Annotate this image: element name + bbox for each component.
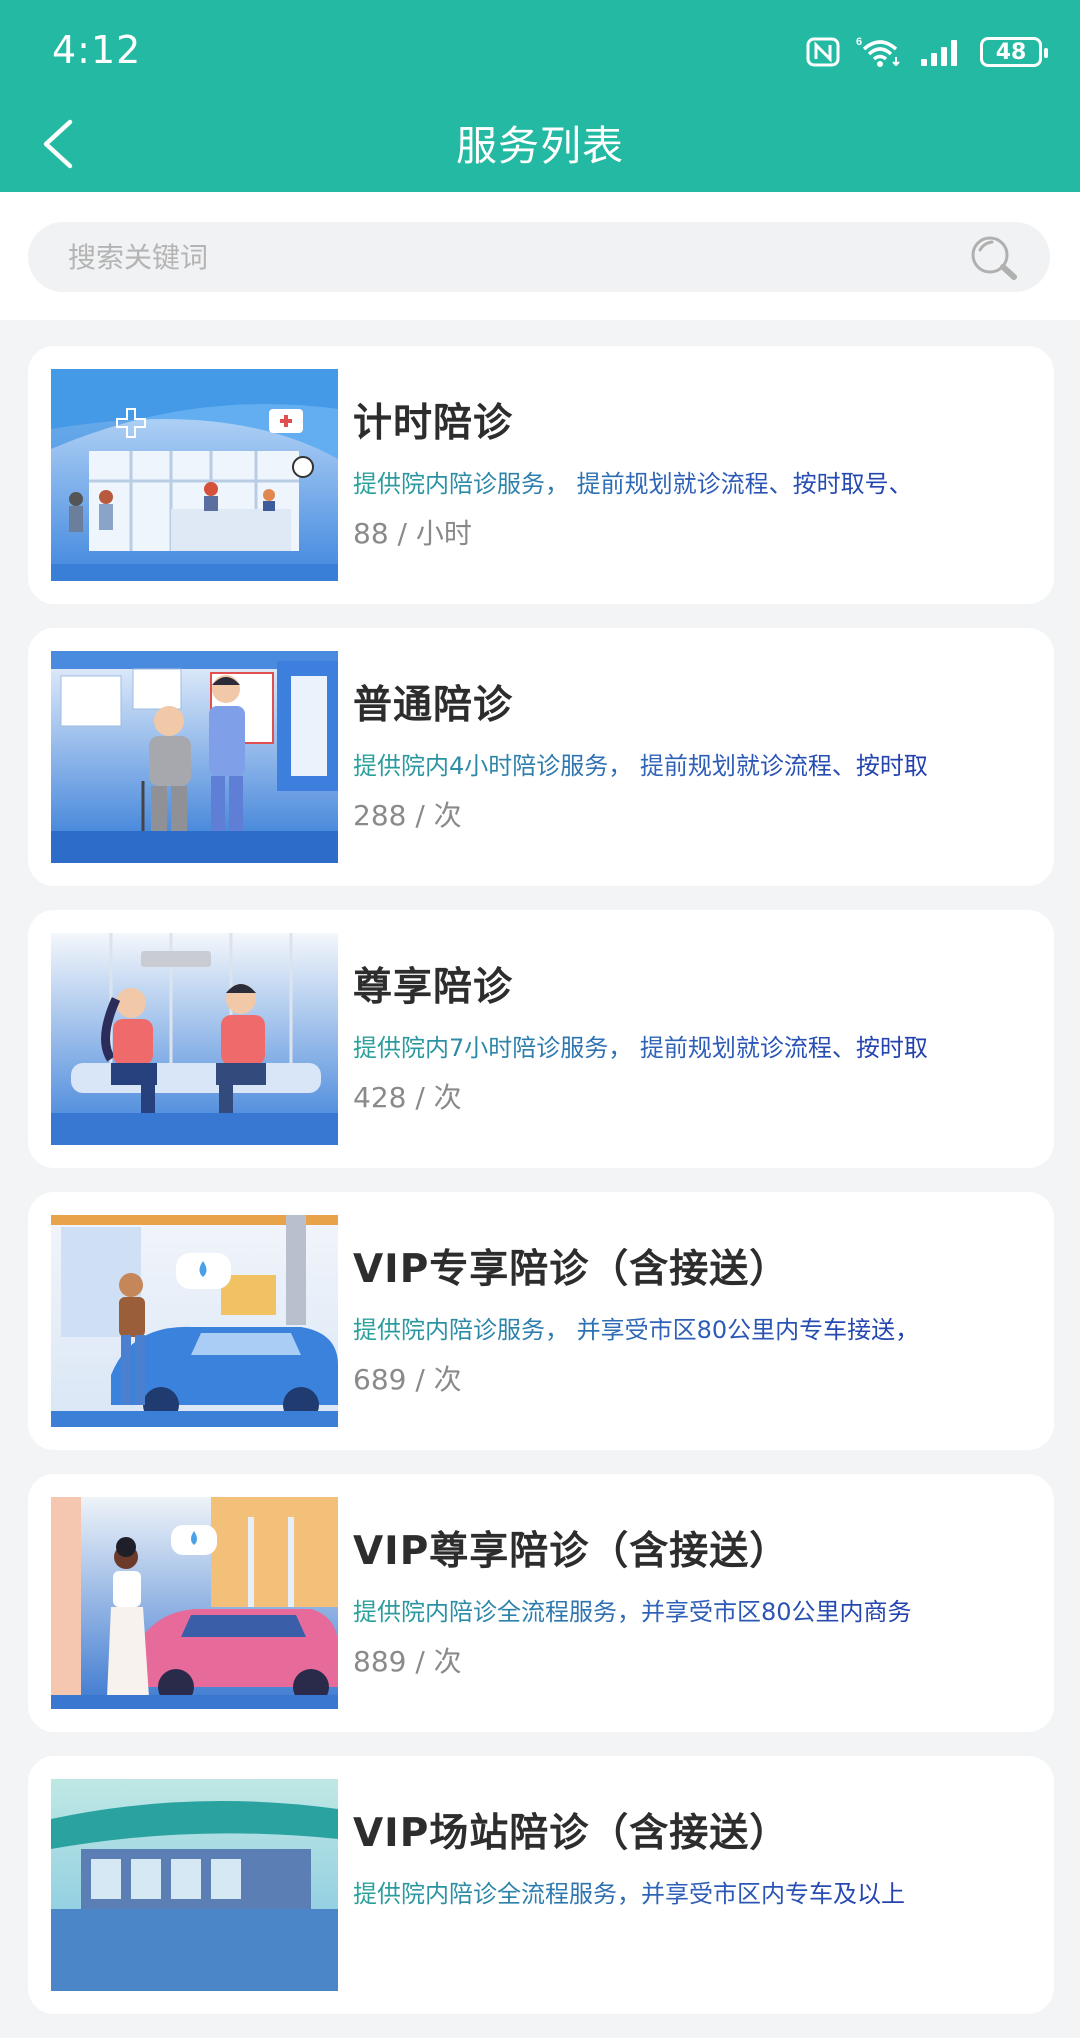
service-title: 普通陪诊 (353, 683, 514, 728)
service-title: 计时陪诊 (353, 401, 514, 446)
service-description: 提供院内陪诊全流程服务，并享受市区内专车及以上 (353, 1874, 1043, 1909)
service-description: 提供院内陪诊服务， 提前规划就诊流程、按时取号、 (353, 464, 1043, 499)
search-input[interactable] (66, 239, 950, 275)
service-price: 889 / 次 (353, 1645, 462, 1678)
service-image-woman-with-pink-car (51, 1497, 338, 1709)
page-title: 服务列表 (456, 122, 624, 170)
service-card[interactable]: 尊享陪诊 提供院内7小时陪诊服务， 提前规划就诊流程、按时取 428 / 次 (28, 910, 1054, 1168)
status-icons: 6 48 (806, 30, 1048, 74)
service-image-man-with-car (51, 1215, 338, 1427)
service-description: 提供院内陪诊全流程服务，并享受市区80公里内商务 (353, 1592, 1043, 1627)
nfc-icon (806, 37, 840, 67)
service-price: 428 / 次 (353, 1081, 462, 1114)
service-price: 288 / 次 (353, 799, 462, 832)
service-list: 计时陪诊 提供院内陪诊服务， 提前规划就诊流程、按时取号、 88 / 小时 普通… (28, 346, 1054, 2038)
top-bar: 4:12 6 48 服务列表 (0, 0, 1080, 192)
service-description: 提供院内陪诊服务， 并享受市区80公里内专车接送， (353, 1310, 1043, 1345)
service-image-station (51, 1779, 338, 1991)
battery-icon: 48 (980, 37, 1048, 67)
service-price: 88 / 小时 (353, 517, 472, 550)
service-title: VIP专享陪诊（含接送） (353, 1247, 790, 1292)
service-card[interactable]: VIP场站陪诊（含接送） 提供院内陪诊全流程服务，并享受市区内专车及以上 (28, 1756, 1054, 2014)
service-description: 提供院内4小时陪诊服务， 提前规划就诊流程、按时取 (353, 746, 1043, 781)
status-time: 4:12 (52, 28, 142, 72)
wifi-icon: 6 (856, 36, 900, 67)
service-image-two-people-seated (51, 933, 338, 1145)
service-title: VIP尊享陪诊（含接送） (353, 1529, 790, 1574)
search-section (0, 192, 1080, 320)
service-title: VIP场站陪诊（含接送） (353, 1811, 790, 1856)
signal-icon (921, 40, 957, 66)
service-image-clinic-reception (51, 369, 338, 581)
service-description: 提供院内7小时陪诊服务， 提前规划就诊流程、按时取 (353, 1028, 1043, 1063)
service-image-doctor-assisting-elder (51, 651, 338, 863)
svg-text:6: 6 (856, 36, 862, 48)
service-title: 尊享陪诊 (353, 965, 514, 1010)
service-card[interactable]: 计时陪诊 提供院内陪诊服务， 提前规划就诊流程、按时取号、 88 / 小时 (28, 346, 1054, 604)
service-card[interactable]: 普通陪诊 提供院内4小时陪诊服务， 提前规划就诊流程、按时取 288 / 次 (28, 628, 1054, 886)
service-card[interactable]: VIP专享陪诊（含接送） 提供院内陪诊服务， 并享受市区80公里内专车接送， 6… (28, 1192, 1054, 1450)
search-icon[interactable] (966, 234, 1020, 282)
service-price: 689 / 次 (353, 1363, 462, 1396)
search-bar[interactable] (28, 222, 1050, 292)
service-card[interactable]: VIP尊享陪诊（含接送） 提供院内陪诊全流程服务，并享受市区80公里内商务 88… (28, 1474, 1054, 1732)
